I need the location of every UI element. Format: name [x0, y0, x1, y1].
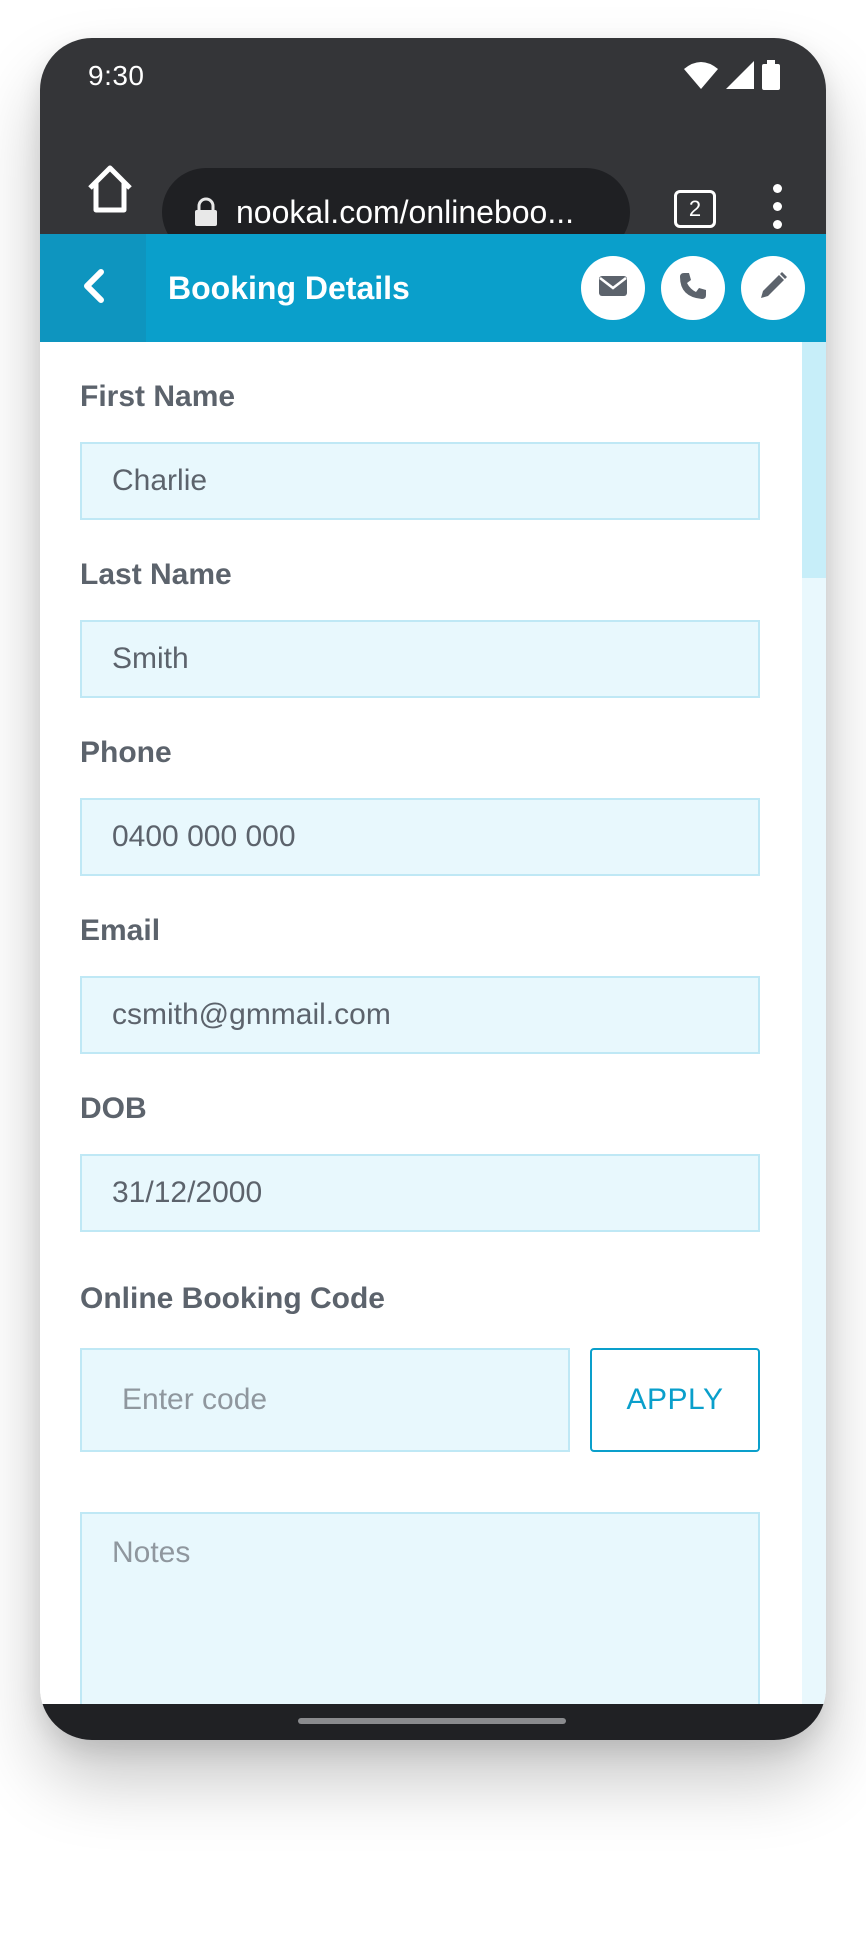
more-vert-icon[interactable]: [770, 184, 784, 230]
page-title: Booking Details: [168, 270, 410, 306]
tab-switcher-button[interactable]: 2: [674, 190, 716, 228]
notes-textarea[interactable]: Notes: [80, 1512, 760, 1704]
cellular-signal-icon: [726, 61, 754, 94]
first-name-label: First Name: [80, 380, 236, 413]
lock-icon: [194, 197, 218, 227]
home-icon[interactable]: [82, 160, 138, 216]
phone-label: Phone: [80, 736, 172, 769]
back-button[interactable]: [40, 234, 146, 342]
wifi-icon: [684, 61, 718, 94]
dob-field[interactable]: 31/12/2000: [80, 1154, 760, 1232]
last-name-field[interactable]: Smith: [80, 620, 760, 698]
phone-frame: 9:30 nookal.com/onlineboo... 2 Booking D…: [40, 38, 826, 1740]
battery-icon: [762, 60, 780, 95]
status-icons: [684, 60, 780, 95]
envelope-icon: [598, 274, 628, 303]
email-field[interactable]: csmith@gmmail.com: [80, 976, 760, 1054]
chevron-left-icon: [79, 268, 107, 309]
url-text: nookal.com/onlineboo...: [236, 193, 574, 230]
booking-form: First Name Charlie Last Name Smith Phone…: [40, 342, 802, 1704]
booking-code-input[interactable]: Enter code: [80, 1348, 570, 1452]
booking-code-label: Online Booking Code: [80, 1282, 385, 1315]
call-button[interactable]: [661, 256, 725, 320]
app-header: Booking Details: [40, 234, 826, 342]
status-bar: 9:30: [40, 38, 826, 128]
edit-button[interactable]: [741, 256, 805, 320]
last-name-label: Last Name: [80, 558, 232, 591]
email-button[interactable]: [581, 256, 645, 320]
gesture-handle[interactable]: [298, 1718, 566, 1724]
pencil-icon: [758, 271, 788, 306]
dob-label: DOB: [80, 1092, 147, 1125]
phone-field[interactable]: 0400 000 000: [80, 798, 760, 876]
phone-icon: [678, 271, 708, 306]
system-nav-bar: [40, 1704, 826, 1740]
email-label: Email: [80, 914, 161, 947]
first-name-field[interactable]: Charlie: [80, 442, 760, 520]
status-time: 9:30: [88, 60, 145, 91]
scrollbar[interactable]: [802, 342, 826, 1704]
apply-button[interactable]: APPLY: [590, 1348, 760, 1452]
scrollbar-thumb[interactable]: [802, 342, 826, 578]
